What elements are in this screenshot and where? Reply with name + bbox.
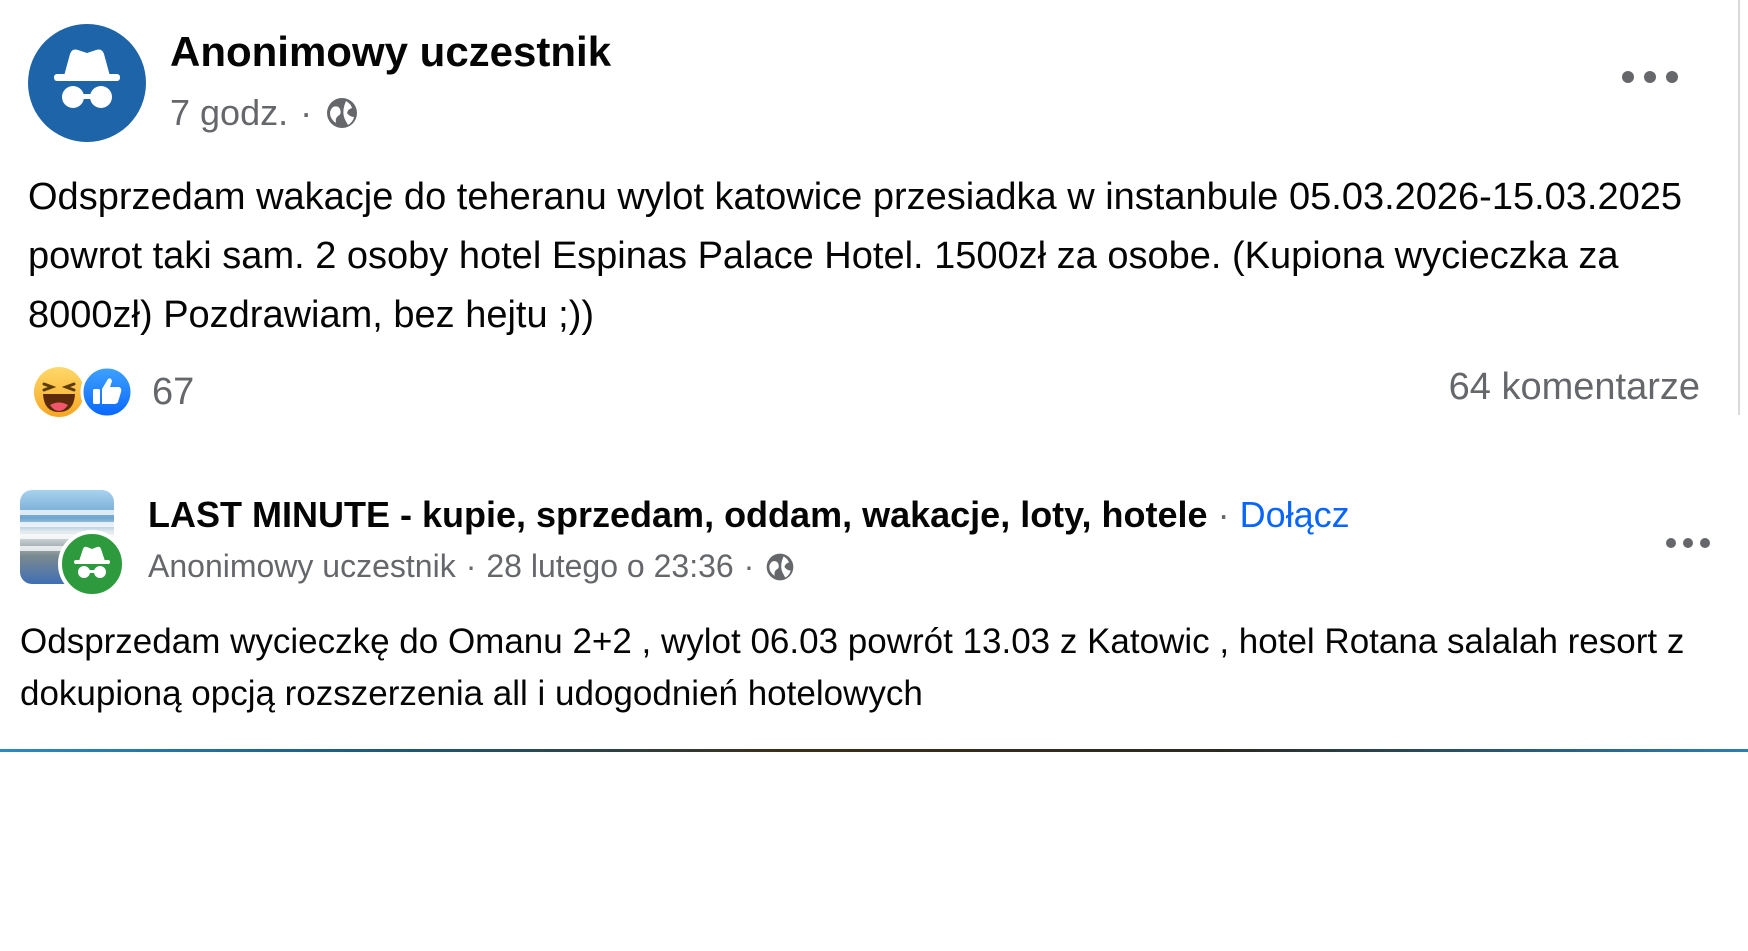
- post-meta-2: Anonimowy uczestnik · 28 lutego o 23:36 …: [148, 548, 796, 585]
- haha-icon: [34, 367, 84, 417]
- group-header: LAST MINUTE - kupie, sprzedam, oddam, wa…: [148, 494, 1350, 536]
- post-text: Odsprzedam wakacje do teheranu wylot kat…: [28, 176, 1683, 336]
- comments-count[interactable]: 64 komentarze: [1449, 366, 1700, 409]
- incognito-icon: [74, 546, 110, 578]
- group-name[interactable]: LAST MINUTE - kupie, sprzedam, oddam, wa…: [148, 494, 1208, 535]
- more-dot-icon: [1622, 71, 1634, 83]
- incognito-icon: [54, 49, 120, 108]
- anonymous-avatar[interactable]: [28, 24, 146, 142]
- more-dot-icon: [1644, 71, 1656, 83]
- like-icon: [80, 365, 134, 419]
- more-options-button-2[interactable]: [1666, 531, 1710, 555]
- meta-separator: ·: [743, 548, 755, 584]
- more-options-button[interactable]: [1622, 62, 1678, 92]
- post-time[interactable]: 7 godz.: [170, 92, 288, 134]
- post-date[interactable]: 28 lutego o 23:36: [486, 548, 733, 585]
- post-text-2: Odsprzedam wycieczkę do Omanu 2+2 , wylo…: [20, 622, 1685, 713]
- image-edge-divider: [0, 749, 1748, 752]
- card-edge: [1738, 0, 1740, 415]
- reactions-summary[interactable]: 67: [32, 364, 194, 420]
- thumb-stripe: [20, 522, 114, 527]
- globe-icon: [327, 98, 358, 128]
- meta-separator: ·: [1217, 494, 1230, 535]
- more-dot-icon: [1683, 538, 1693, 548]
- more-dot-icon: [1666, 71, 1678, 83]
- more-dot-icon: [1700, 538, 1710, 548]
- more-dot-icon: [1666, 538, 1676, 548]
- author-name-2[interactable]: Anonimowy uczestnik: [148, 548, 456, 585]
- globe-icon: [766, 553, 794, 580]
- meta-separator: ·: [300, 92, 313, 133]
- join-group-link[interactable]: Dołącz: [1240, 494, 1350, 535]
- thumb-stripe: [20, 510, 114, 515]
- meta-separator: ·: [465, 548, 477, 584]
- reaction-count[interactable]: 67: [152, 371, 194, 414]
- anonymous-avatar-small[interactable]: [58, 530, 126, 598]
- author-name[interactable]: Anonimowy uczestnik: [170, 28, 611, 76]
- post-meta: 7 godz. ·: [170, 92, 360, 134]
